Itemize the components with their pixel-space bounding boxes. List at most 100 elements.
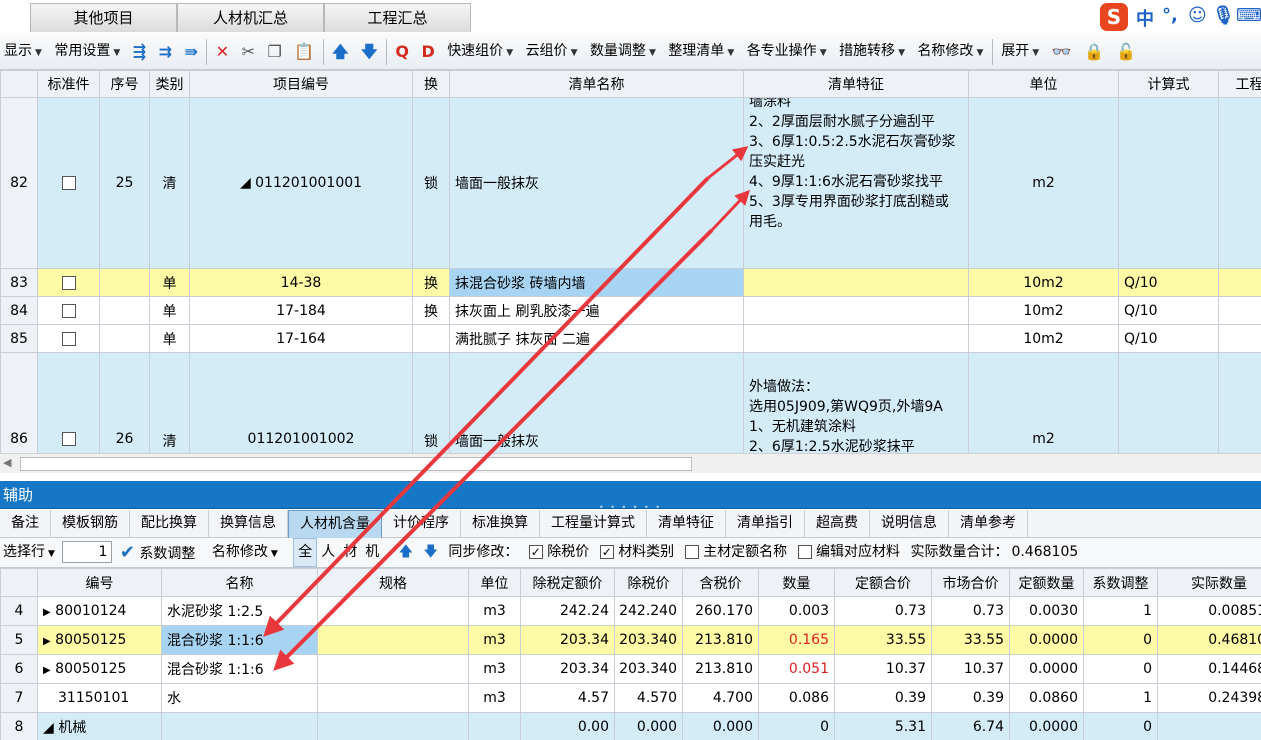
quantity-cell[interactable] [1218,97,1261,269]
col-header-formula[interactable]: 计算式 [1118,70,1219,98]
table-row[interactable]: 4 ▶ 80010124 水泥砂浆 1:2.5 m3 242.24 242.24… [0,596,1261,626]
expand-icon[interactable]: ▶ [43,607,51,618]
col-header-spec[interactable]: 规格 [317,568,469,597]
filter-labor[interactable]: 人 [317,538,339,567]
sync-tax-checkbox[interactable] [528,545,543,559]
name-cell[interactable]: 墙面一般抹灰 [449,352,744,453]
rename-menu[interactable]: 名称修改 ▼ [209,538,281,569]
scroll-thumb[interactable] [20,457,692,471]
show-menu[interactable]: 显示 ▼ [0,33,46,69]
col-header-coef[interactable]: 系数调整 [1083,568,1158,597]
coef-adjust-button[interactable]: ✔ 系数调整 [117,538,199,569]
horizontal-scrollbar[interactable]: ◀ [0,453,1261,473]
col-header-quota-total[interactable]: 定额合价 [834,568,932,597]
auxiliary-panel-header[interactable]: 辅助 • • • • • • [0,481,1261,512]
spec-cell[interactable] [317,654,469,684]
col-header-type[interactable]: 类别 [149,70,190,98]
common-settings-menu[interactable]: 常用设置 ▼ [50,33,124,69]
table-row[interactable]: 5 ▶ 80050125 混合砂浆 1:1:6 m3 203.34 203.34… [0,625,1261,655]
coef-cell[interactable]: 0 [1083,625,1158,655]
tax-excl-cell[interactable]: 242.240 [614,596,683,626]
col-header-code[interactable]: 项目编号 [189,70,413,98]
filter-all[interactable]: 全 [293,538,318,567]
feature-cell[interactable]: 墙涂料 2、2厚面层耐水腻子分遍刮平 3、6厚1:0.5:2.5水泥石灰膏砂浆 … [743,97,969,269]
sync-material-checkbox[interactable] [599,545,614,559]
insert-child-icon[interactable]: ⇉ [155,33,176,69]
edit-material-checkbox[interactable] [797,545,812,559]
sync-material-option[interactable]: 材料类别 [597,538,677,567]
code-cell[interactable]: ◢ 011201001001 [189,97,413,269]
code-cell[interactable]: ◢ 机械 [37,712,162,740]
code-cell[interactable]: 17-184 [189,296,413,325]
table-row[interactable]: 86 26 清 011201001002 锁 墙面一般抹灰 外墙做法： 选用05… [0,352,1261,453]
name-cell[interactable]: 墙面一般抹灰 [449,97,744,269]
col-header-quota-price[interactable]: 除税定额价 [520,568,615,597]
filter-machine[interactable]: 机 [361,538,383,567]
code-cell[interactable]: ▶ 80050125 [37,654,162,684]
move-up-icon[interactable]: 🡅 [328,33,352,69]
code-cell[interactable]: 14-38 [189,268,413,297]
name-cell[interactable]: 抹混合砂浆 砖墙内墙 [449,268,744,297]
move-up-icon[interactable]: 🡅 [396,538,416,567]
move-down-icon[interactable]: 🡇 [357,33,381,69]
tab-list-reference[interactable]: 清单参考 [949,510,1028,538]
code-cell[interactable]: ▶ 80010124 [37,596,162,626]
tab-conversion-info[interactable]: 换算信息 [209,510,288,538]
table-row[interactable]: 82 25 清 ◢ 011201001001 锁 墙面一般抹灰 墙涂料 2、2厚… [0,97,1261,269]
main-material-checkbox[interactable] [684,545,699,559]
code-cell[interactable]: 31150101 [37,683,162,713]
formula-cell[interactable] [1118,352,1219,453]
tab-description[interactable]: 说明信息 [870,510,949,538]
name-cell[interactable]: 水泥砂浆 1:2.5 [161,596,318,626]
col-header-standard[interactable]: 标准件 [37,70,100,98]
formula-cell[interactable]: Q/10 [1118,324,1219,353]
tab-formwork-rebar[interactable]: 模板钢筋 [51,510,130,538]
col-header-quantity[interactable]: 工程 [1218,70,1261,98]
table-row[interactable]: 6 ▶ 80050125 混合砂浆 1:1:6 m3 203.34 203.34… [0,654,1261,684]
tax-incl-cell[interactable]: 4.700 [682,683,759,713]
col-header-quota-qty[interactable]: 定额数量 [1009,568,1084,597]
tax-incl-cell[interactable]: 213.810 [682,654,759,684]
main-material-option[interactable]: 主材定额名称 [682,538,790,567]
col-header-unit[interactable]: 单位 [468,568,521,597]
expand-menu[interactable]: 展开 ▼ [997,33,1043,69]
code-cell[interactable]: ▶ 80050125 [37,625,162,655]
code-cell[interactable]: 011201001002 [189,352,413,453]
name-cell[interactable]: 抹灰面上 刷乳胶漆一遍 [449,296,744,325]
standard-checkbox[interactable] [61,331,76,346]
table-row[interactable]: 7 31150101 水 m3 4.57 4.570 4.700 0.086 0… [0,683,1261,713]
col-header-feature[interactable]: 清单特征 [743,70,969,98]
select-row-menu[interactable]: 选择行 ▼ [0,538,58,569]
col-header-qty[interactable]: 数量 [758,568,835,597]
spec-cell[interactable] [317,712,469,740]
cut-icon[interactable]: ✂ [238,33,259,69]
keyboard-icon[interactable]: ⌨ [1236,5,1261,26]
formula-cell[interactable]: Q/10 [1118,296,1219,325]
standard-checkbox[interactable] [61,303,76,318]
table-row[interactable]: 84 单 17-184 换 抹灰面上 刷乳胶漆一遍 10m2 Q/10 [0,296,1261,325]
name-cell[interactable]: 满批腻子 抹灰面 二遍 [449,324,744,353]
tab-remarks[interactable]: 备注 [0,510,51,538]
spec-cell[interactable] [317,596,469,626]
tab-quantity-formula[interactable]: 工程量计算式 [540,510,647,538]
col-header-tax-incl[interactable]: 含税价 [682,568,759,597]
tab-labor-material-content[interactable]: 人材机含量 [288,510,382,538]
feature-cell[interactable] [743,268,969,297]
tax-incl-cell[interactable]: 0.000 [682,712,759,740]
tab-standard-conversion[interactable]: 标准换算 [461,510,540,538]
name-cell[interactable]: 混合砂浆 1:1:6 [161,625,318,655]
feature-cell[interactable]: 外墙做法： 选用05J909,第WQ9页,外墙9A 1、无机建筑涂料 2、6厚1… [743,352,969,453]
cloud-pricing-menu[interactable]: 云组价 ▼ [522,33,582,69]
coef-cell[interactable]: 0 [1083,654,1158,684]
tab-project-summary[interactable]: 工程汇总 [324,3,471,32]
qty-cell[interactable]: 0.165 [758,625,835,655]
quick-pricing-menu[interactable]: 快速组价 ▼ [443,33,517,69]
lock-icon[interactable]: 🔒 [1080,33,1108,69]
expand-icon[interactable]: ▶ [43,665,51,676]
unlock-icon[interactable]: 🔓 [1112,33,1140,69]
tax-excl-cell[interactable]: 0.000 [614,712,683,740]
quota-d-icon[interactable]: D [417,33,438,69]
tab-list-guide[interactable]: 清单指引 [726,510,805,538]
col-header-seq[interactable]: 序号 [99,70,150,98]
name-cell[interactable]: 混合砂浆 1:1:6 [161,654,318,684]
